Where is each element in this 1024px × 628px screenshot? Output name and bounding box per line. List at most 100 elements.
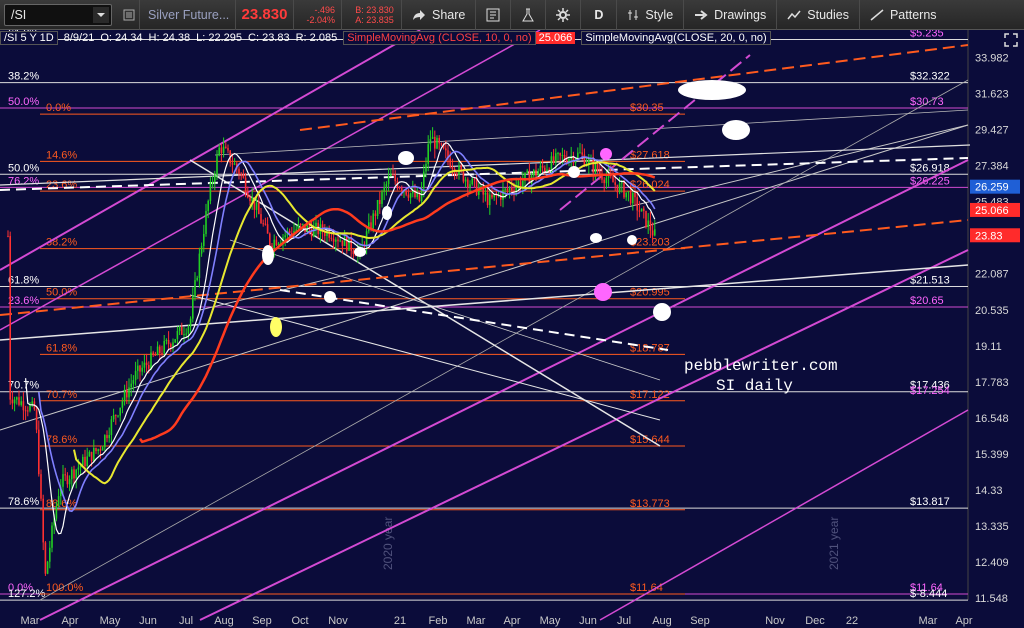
marker-dot <box>324 291 336 303</box>
candle-body <box>29 404 31 411</box>
candle-body <box>489 194 491 206</box>
price-chart[interactable]: 2020 year 2021 year Mar Apr May Jun Jul Aug Sep O… <box>0 30 1024 628</box>
level-label: $13.817 <box>910 496 950 508</box>
candle-body <box>18 397 20 405</box>
candle-body <box>541 165 544 168</box>
x-tick-label: Jun <box>579 615 597 627</box>
candle-body <box>262 223 264 225</box>
candle-body <box>467 179 469 188</box>
y-tick-label: 17.783 <box>975 377 1009 389</box>
candle-body <box>214 174 216 182</box>
candle-body <box>387 176 390 185</box>
candle-body <box>392 174 394 176</box>
candle-body <box>332 238 335 242</box>
candle-body <box>88 451 91 457</box>
candle-body <box>222 146 225 153</box>
chart-canvas[interactable]: 2020 year 2021 year Mar Apr May Jun Jul Aug Sep O… <box>0 30 1024 628</box>
candle-body <box>121 401 124 408</box>
candle-body <box>654 229 656 236</box>
bar-open: O: 24.34 <box>100 32 143 44</box>
period-selector[interactable]: D <box>581 0 618 30</box>
candle-body <box>544 167 546 172</box>
candle-body <box>7 235 9 237</box>
x-tick-label: 21 <box>394 615 406 627</box>
sma-blue-line <box>38 150 656 513</box>
share-button[interactable]: Share <box>402 0 477 30</box>
candle-body <box>594 163 597 173</box>
candle-body <box>207 200 209 211</box>
x-tick-label: Apr <box>955 615 972 627</box>
candle-body <box>647 220 649 227</box>
sma10-label[interactable]: SimpleMovingAvg (CLOSE, 10, 0, no) <box>343 31 536 45</box>
studies-button[interactable]: Studies <box>777 0 860 30</box>
candle-body <box>464 179 467 182</box>
candle-body <box>348 237 350 251</box>
bid-ask-block: B: 23.830 A: 23.835 <box>342 0 402 30</box>
candle-body <box>99 449 102 451</box>
studies-label: Studies <box>807 7 849 22</box>
drawings-button[interactable]: Drawings <box>684 0 778 30</box>
chart-settings-button[interactable] <box>476 0 512 30</box>
symbol-period: /SI 5 Y 1D <box>0 31 58 45</box>
price-badge-label: 26.259 <box>975 182 1009 194</box>
flask-button[interactable] <box>511 0 547 30</box>
candle-body <box>445 148 447 151</box>
candle-body <box>634 192 636 198</box>
candle-body <box>284 235 286 238</box>
patterns-button[interactable]: Patterns <box>860 0 947 30</box>
candle-body <box>328 229 330 238</box>
candle-body <box>394 174 396 182</box>
candle-body <box>117 415 119 417</box>
fib-label-left: 127.2% <box>8 588 46 600</box>
y-tick-label: 27.384 <box>975 161 1009 173</box>
candle-body <box>123 389 126 402</box>
candle-body <box>104 435 106 448</box>
candle-body <box>645 210 647 227</box>
details-icon[interactable] <box>118 0 140 30</box>
bar-low: L: 22.295 <box>196 32 243 44</box>
chevron-down-icon[interactable] <box>93 6 109 23</box>
candle-body <box>539 165 542 172</box>
candle-body <box>431 136 434 139</box>
net-change: -.496 <box>314 4 335 15</box>
symbol-selector[interactable]: /SI <box>4 3 112 26</box>
chart-info-bar: /SI 5 Y 1D 8/9/21 O: 24.34 H: 24.38 L: 2… <box>0 30 771 46</box>
fib-label-inner: 14.6% <box>46 149 77 161</box>
candle-body <box>504 188 506 190</box>
symbol-text: /SI <box>11 7 27 22</box>
studies-icon <box>787 9 801 21</box>
settings-button[interactable] <box>546 0 582 30</box>
x-tick-label: Jun <box>139 615 157 627</box>
candle-body <box>374 213 377 217</box>
candle-body <box>258 202 260 215</box>
x-tick-label: Aug <box>214 615 234 627</box>
marker-dot <box>270 317 282 337</box>
x-tick-label: Sep <box>690 615 710 627</box>
sma20-label[interactable]: SimpleMovingAvg(CLOSE, 20, 0, no) <box>581 31 771 45</box>
x-tick-label: Apr <box>61 615 78 627</box>
level-label: $5.235 <box>910 30 944 39</box>
mid-level-label: $17.122 <box>630 389 670 401</box>
candle-body <box>302 224 304 226</box>
candle-body <box>130 383 132 388</box>
candle-body <box>71 469 73 480</box>
candle-body <box>640 208 643 212</box>
candle-body <box>614 182 616 185</box>
candle-body <box>440 143 443 145</box>
x-tick-label: Aug <box>652 615 672 627</box>
candle-body <box>555 153 557 163</box>
expand-icon[interactable] <box>1000 31 1022 49</box>
candle-body <box>115 415 117 417</box>
candle-body <box>629 191 632 204</box>
marker-dot <box>594 283 612 301</box>
level-label: $20.65 <box>910 295 944 307</box>
candle-body <box>238 168 240 175</box>
candle-body <box>315 222 317 227</box>
candle-body <box>203 233 205 247</box>
trend-line <box>189 159 661 447</box>
candle-body <box>220 147 223 153</box>
candle-body <box>227 147 229 151</box>
style-button[interactable]: Style <box>617 0 685 30</box>
x-tick-label: Mar <box>467 615 486 627</box>
candle-body <box>618 183 621 193</box>
